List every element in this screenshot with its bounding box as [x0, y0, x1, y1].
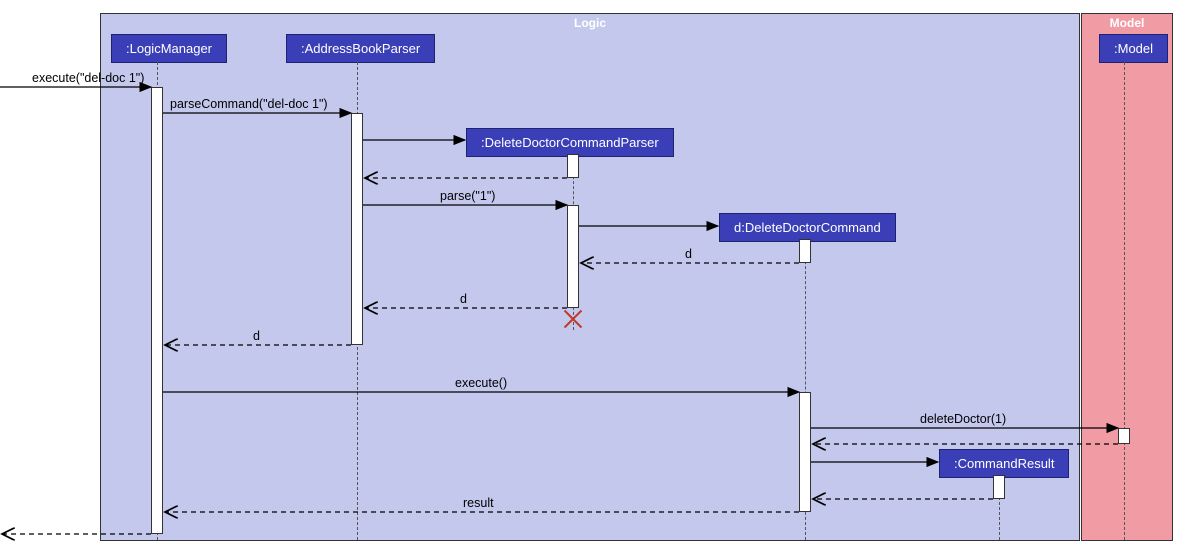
msg-parse: parse("1"): [440, 189, 495, 203]
activation-ddc-1: [799, 239, 811, 263]
msg-result: result: [463, 496, 494, 510]
model-frame-label: Model: [1098, 14, 1157, 32]
participant-delete-doctor-command-parser: :DeleteDoctorCommandParser: [466, 128, 674, 157]
msg-d2: d: [460, 292, 467, 306]
msg-d3: d: [253, 329, 260, 343]
activation-command-result: [993, 475, 1005, 499]
activation-ddcp-2: [567, 205, 579, 308]
lifeline-model: [1124, 62, 1125, 540]
logic-frame-label: Logic: [562, 14, 618, 32]
participant-model: :Model: [1099, 34, 1168, 63]
participant-logic-manager: :LogicManager: [111, 34, 227, 63]
participant-command-result: :CommandResult: [939, 449, 1069, 478]
participant-delete-doctor-command: d:DeleteDoctorCommand: [719, 213, 896, 242]
activation-model: [1118, 428, 1130, 444]
destroy-icon: [562, 308, 584, 330]
msg-parse-command: parseCommand("del-doc 1"): [170, 97, 328, 111]
logic-frame: Logic: [100, 13, 1080, 541]
msg-execute: execute(): [455, 376, 507, 390]
msg-delete-doctor: deleteDoctor(1): [920, 412, 1006, 426]
activation-ddc-2: [799, 392, 811, 512]
participant-address-book-parser: :AddressBookParser: [286, 34, 435, 63]
msg-execute-deldoc: execute("del-doc 1"): [32, 71, 144, 85]
msg-d1: d: [685, 247, 692, 261]
activation-ddcp-1: [567, 154, 579, 178]
activation-address-book-parser: [351, 113, 363, 345]
model-frame: Model: [1081, 13, 1173, 541]
activation-logic-manager: [151, 87, 163, 534]
